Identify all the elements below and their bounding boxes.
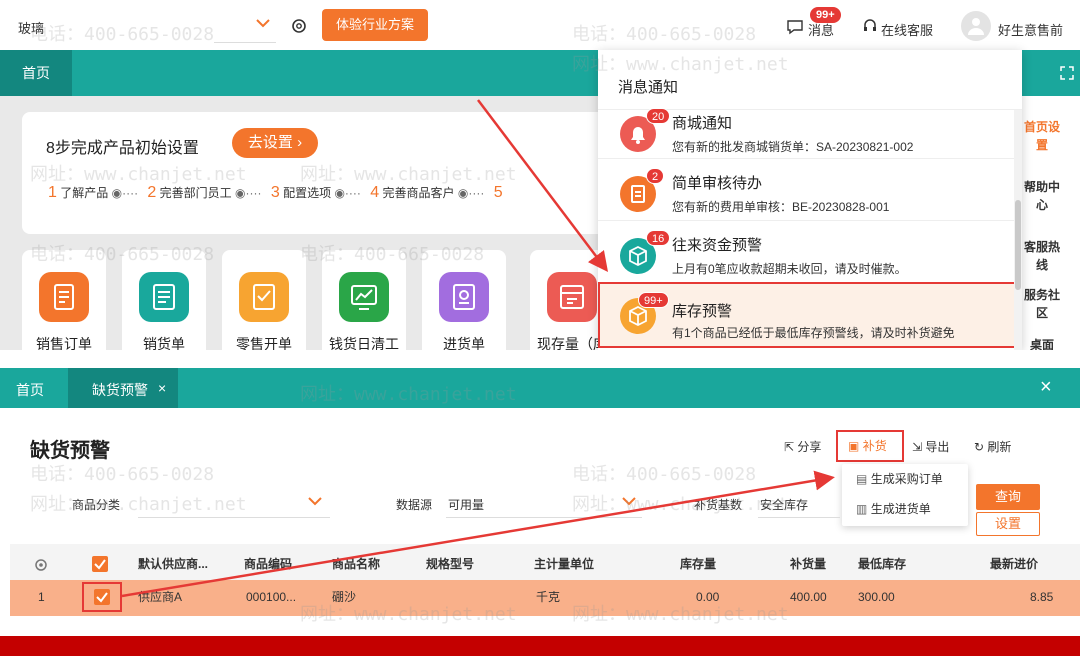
arrow-to-inventory-warning — [477, 99, 609, 272]
arrow-to-replenish-menu — [121, 470, 835, 598]
annotation-arrows — [121, 99, 835, 598]
